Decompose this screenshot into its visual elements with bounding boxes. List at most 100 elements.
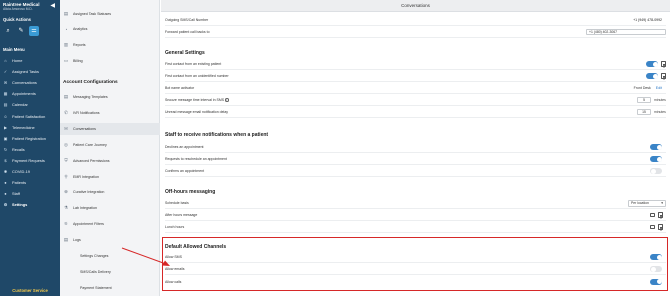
unread-delay-input[interactable]: 15 — [637, 109, 651, 115]
staff-icon: ● — [4, 191, 7, 197]
reschedule-row: Requests to reschedule an appointment — [165, 154, 666, 165]
customer-service-link[interactable]: Customer Service — [0, 288, 60, 293]
brand-subtitle: Alicia Amoroso M.D. — [3, 7, 33, 11]
snooze-unit: minutes — [654, 98, 666, 102]
panel-item-reports[interactable]: ▥ Reports — [60, 39, 160, 51]
panel-item-emr-integration[interactable]: ⚲ EMR Integration — [60, 171, 160, 183]
highlight-box — [162, 237, 668, 291]
sidebar-item-label: Calendar — [12, 102, 28, 108]
tasks-icon: ✓ — [3, 69, 8, 75]
sidebar-item-label: COVID-19 — [12, 168, 30, 174]
sidebar-item-label: Assigned Tasks — [12, 69, 39, 75]
declines-toggle[interactable] — [650, 144, 662, 150]
panel-item-logs[interactable]: ▤ Logs — [60, 234, 160, 246]
panel-item-messaging-templates-icon: ▤ — [63, 94, 69, 99]
clipboard-icon: ▣ — [3, 135, 8, 141]
off-hours-heading: Off-hours messaging — [165, 189, 216, 195]
template-icon[interactable] — [658, 212, 663, 218]
sidebar-item-patient-registration[interactable]: ▣ Patient Registration — [0, 133, 60, 144]
video-icon: ▶ — [3, 124, 8, 130]
collapse-sidebar-icon[interactable]: ◀ — [50, 3, 55, 9]
panel-subitem-sms-calls-delivery[interactable]: SMS/Calls Delivery — [60, 266, 160, 278]
chevron-down-icon: ▾ — [661, 201, 663, 205]
panel-subitem-settings-changes[interactable]: Settings Changes — [60, 250, 160, 262]
bot-activator-label: Bot name activator — [165, 86, 195, 90]
panel-item-ivr-notifications[interactable]: ✆ IVR Notifications — [60, 107, 160, 119]
bot-activator-row: Bot name activator Front Desk Edit — [165, 83, 666, 94]
sidebar-item-home[interactable]: ⌂ Home — [0, 55, 60, 66]
forward-number-row: Forward patient call backs to +1 (480) 4… — [165, 27, 666, 38]
schedule-basis-value: Per location — [631, 201, 649, 205]
chat-icon[interactable] — [650, 212, 655, 218]
sidebar-item-conversations[interactable]: ✉ Conversations — [0, 77, 60, 88]
sidebar-item-settings[interactable]: ⚙ Settings — [0, 199, 60, 210]
after-hours-row: After hours message — [165, 210, 666, 221]
panel-item-label: Assigned Task Statuses — [73, 12, 112, 16]
filter-icon[interactable]: ⚌ — [29, 26, 39, 36]
payment-icon: $ — [4, 157, 7, 163]
panel-item-analytics[interactable]: ◔ Analytics — [60, 23, 160, 35]
snooze-input[interactable]: 5 — [637, 97, 651, 103]
snooze-label-wrap: Snooze message time interval in SMS i — [165, 98, 637, 102]
general-settings-heading: General Settings — [165, 50, 205, 56]
panel-item-emr-integration-icon: ⚲ — [64, 173, 68, 179]
sidebar-item-staff[interactable]: ● Staff — [0, 188, 60, 199]
panel-item-label: Messaging Templates — [73, 95, 108, 99]
info-icon[interactable]: i — [225, 98, 229, 102]
account-configurations-heading: Account Configurations — [63, 80, 118, 85]
sidebar-item-label: Settings — [12, 202, 28, 208]
recall-icon: ↻ — [3, 146, 8, 152]
confirms-toggle[interactable] — [650, 168, 662, 174]
main-sidebar: Raintree Medical Alicia Amoroso M.D. ◀ Q… — [0, 0, 60, 296]
declines-label: Declines an appointment — [165, 145, 204, 149]
panel-subitem-payment-statement[interactable]: Payment Statement — [60, 282, 160, 294]
panel-item-billing[interactable]: ▭ Billing — [60, 55, 160, 67]
first-contact-unidentified-toggle[interactable] — [646, 73, 658, 79]
sidebar-item-appointments[interactable]: ▦ Appointments — [0, 88, 60, 99]
outgoing-number-value: +1 (949) 478-0992 — [633, 18, 662, 22]
compose-icon[interactable]: ✎ — [16, 26, 26, 36]
panel-item-assigned-task-statuses[interactable]: ▤ Assigned Task Statuses — [60, 8, 160, 20]
sidebar-item-label: Home — [12, 58, 23, 64]
sidebar-item-patient-satisfaction[interactable]: ☺ Patient Satisfaction — [0, 110, 60, 121]
sidebar-item-patients[interactable]: ● Patients — [0, 177, 60, 188]
panel-item-appointment-filters[interactable]: ⚟ Appointment Filters — [60, 218, 160, 230]
panel-item-lab-integration[interactable]: ⚗ Lab Integration — [60, 202, 160, 214]
sidebar-item-label: Patient Satisfaction — [12, 113, 46, 119]
virus-icon: ✱ — [3, 168, 8, 174]
chat-icon[interactable] — [650, 224, 655, 230]
panel-item-messaging-templates[interactable]: ▤ Messaging Templates — [60, 91, 160, 103]
template-icon[interactable] — [661, 73, 666, 79]
panel-item-advanced-permissions[interactable]: ⛨ Advanced Permissions — [60, 155, 160, 167]
sidebar-item-telemedicine[interactable]: ▶ Telemedicine — [0, 122, 60, 133]
bot-activator-edit-link[interactable]: Edit — [656, 86, 662, 90]
forward-number-input[interactable]: +1 (480) 402-3067 — [586, 28, 666, 36]
panel-item-advanced-permissions-icon: ⛨ — [64, 158, 68, 164]
bot-activator-value: Front Desk — [633, 86, 651, 90]
sidebar-item-label: Appointments — [12, 91, 36, 97]
schedule-basis-select[interactable]: Per location ▾ — [628, 199, 666, 207]
template-icon[interactable] — [658, 224, 663, 230]
panel-item-label: SMS/Calls Delivery — [80, 270, 111, 274]
sidebar-item-payment-requests[interactable]: $ Payment Requests — [0, 155, 60, 166]
panel-item-conversations-icon: ✉ — [64, 125, 68, 131]
sidebar-item-assigned-tasks[interactable]: ✓ Assigned Tasks — [0, 66, 60, 77]
panel-item-patient-care-journey-icon: ◎ — [64, 141, 68, 147]
first-contact-unidentified-label: First contact from an unidentified numbe… — [165, 74, 229, 78]
sidebar-item-calendar[interactable]: ▤ Calendar — [0, 99, 60, 110]
forward-number-label: Forward patient call backs to — [165, 30, 210, 34]
sidebar-item-recalls[interactable]: ↻ Recalls — [0, 144, 60, 155]
first-contact-existing-label: First contact from an existing patient — [165, 62, 222, 66]
search-icon[interactable]: ⌕ — [3, 26, 13, 36]
first-contact-unidentified-row: First contact from an unidentified numbe… — [165, 71, 666, 82]
sidebar-item-covid-19[interactable]: ✱ COVID-19 — [0, 166, 60, 177]
panel-item-patient-care-journey[interactable]: ◎ Patient Care Journey — [60, 139, 160, 151]
panel-item-conversations[interactable]: ✉ Conversations — [60, 122, 160, 135]
smile-icon: ☺ — [3, 113, 8, 119]
first-contact-existing-row: First contact from an existing patient — [165, 59, 666, 70]
template-icon[interactable] — [661, 61, 666, 67]
reschedule-toggle[interactable] — [650, 156, 662, 162]
panel-item-label: Settings Changes — [80, 254, 109, 258]
panel-item-curative-integration[interactable]: ⊕ Curative Integration — [60, 186, 160, 198]
first-contact-existing-toggle[interactable] — [646, 61, 658, 67]
